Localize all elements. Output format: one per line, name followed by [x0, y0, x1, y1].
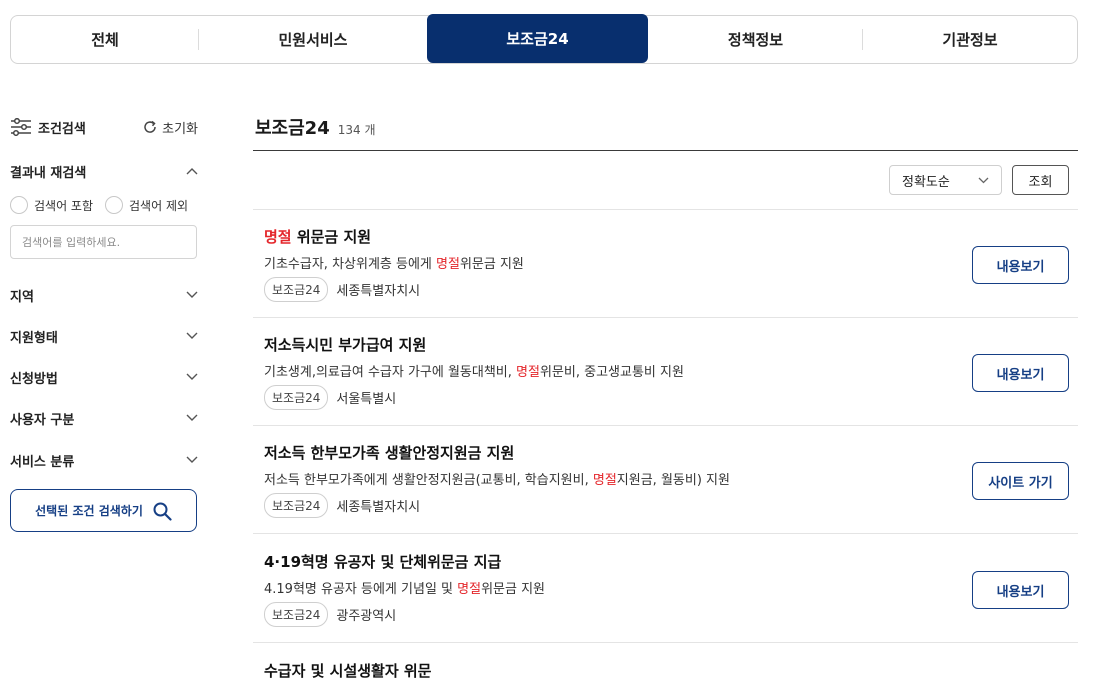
view-details-button[interactable]: 내용보기 — [972, 571, 1069, 609]
filter-apply-method[interactable]: 신청방법 — [10, 367, 198, 387]
item-description: 기초수급자, 차상위계층 등에게 명절위문금 지원 — [264, 253, 524, 272]
filter-service-category-label: 서비스 분류 — [10, 454, 75, 470]
agency-name: 세종특별자치시 — [336, 500, 421, 515]
chevron-down-icon — [186, 373, 198, 380]
query-button[interactable]: 조회 — [1012, 165, 1069, 195]
list-item: 수급자 및 시설생활자 위문 — [253, 644, 1078, 678]
item-title[interactable]: 저소득 한부모가족 생활안정지원금 지원 — [264, 442, 514, 463]
title-text: 저소득 한부모가족 생활안정지원금 지원 — [264, 444, 515, 462]
title-highlight: 명절 — [264, 228, 292, 246]
chevron-down-icon — [978, 177, 989, 183]
search-option-radios: 검색어 포함 검색어 제외 — [10, 196, 200, 214]
desc-text: 저소득 한부모가족에게 생활안정지원금(교통비, 학습지원비, — [264, 473, 593, 488]
reset-button[interactable]: 초기화 — [142, 118, 198, 137]
sidebar-header: 조건검색 초기화 — [10, 116, 198, 138]
include-keyword-radio[interactable]: 검색어 포함 — [10, 196, 93, 214]
go-to-site-button[interactable]: 사이트 가기 — [972, 462, 1069, 500]
desc-highlight: 명절 — [592, 473, 617, 488]
exclude-keyword-label: 검색어 제외 — [129, 198, 189, 213]
results-header: 보조금24 134 개 — [255, 114, 376, 140]
research-section-toggle[interactable]: 결과내 재검색 — [10, 161, 198, 181]
view-details-button[interactable]: 내용보기 — [972, 246, 1069, 284]
desc-text: 지원금, 월동비) 지원 — [616, 473, 730, 488]
title-text: 저소득시민 부가급여 지원 — [264, 336, 427, 354]
research-label: 결과내 재검색 — [10, 165, 87, 181]
list-item: 저소득 한부모가족 생활안정지원금 지원 저소득 한부모가족에게 생활안정지원금… — [253, 426, 1078, 534]
item-title[interactable]: 4·19혁명 유공자 및 단체위문금 지급 — [264, 551, 501, 572]
desc-text: 위문금 지원 — [481, 582, 545, 597]
research-search-input[interactable] — [10, 225, 197, 259]
desc-highlight: 명절 — [457, 582, 482, 597]
desc-text: 기초생계,의료급여 수급자 가구에 월동대책비, — [264, 365, 517, 380]
radio-circle — [105, 196, 124, 214]
title-text: 4·19혁명 유공자 및 단체위문금 지급 — [264, 553, 502, 571]
title-divider — [253, 150, 1078, 151]
condition-search-title: 조건검색 — [10, 118, 86, 137]
sort-select[interactable]: 정확도순 — [889, 165, 1002, 195]
tab-subsidy24[interactable]: 보조금24 — [427, 14, 648, 63]
exclude-keyword-radio[interactable]: 검색어 제외 — [105, 196, 188, 214]
tab-all[interactable]: 전체 — [11, 15, 199, 64]
filter-region-label: 지역 — [10, 289, 34, 305]
desc-highlight: 명절 — [516, 365, 540, 380]
reset-label: 초기화 — [162, 121, 198, 137]
title-text: 위문금 지원 — [291, 228, 372, 246]
chevron-down-icon — [186, 456, 198, 463]
list-item: 4·19혁명 유공자 및 단체위문금 지급 4.19혁명 유공자 등에게 기념일… — [253, 535, 1078, 643]
radio-circle — [10, 196, 28, 214]
category-badge: 보조금24 — [264, 602, 329, 627]
sort-value: 정확도순 — [902, 174, 950, 190]
chevron-down-icon — [186, 414, 198, 421]
chevron-up-icon — [186, 168, 198, 175]
desc-text: 기초수급자, 차상위계층 등에게 — [264, 257, 437, 272]
chevron-down-icon — [186, 332, 198, 339]
filter-user-type-label: 사용자 구분 — [10, 412, 75, 428]
item-meta: 보조금24 서울특별시 — [264, 385, 396, 410]
tab-agency-info[interactable]: 기관정보 — [863, 15, 1077, 64]
agency-name: 서울특별시 — [336, 392, 397, 407]
item-description: 기초생계,의료급여 수급자 가구에 월동대책비, 명절위문비, 중고생교통비 지… — [264, 361, 684, 380]
include-keyword-label: 검색어 포함 — [34, 198, 94, 213]
condition-search-label: 조건검색 — [38, 121, 86, 137]
filter-apply-method-label: 신청방법 — [10, 371, 58, 387]
filter-sliders-icon — [11, 118, 31, 136]
item-meta: 보조금24 광주광역시 — [264, 602, 396, 627]
result-count: 134 개 — [337, 123, 376, 137]
desc-text: 4.19혁명 유공자 등에게 기념일 및 — [264, 582, 458, 597]
title-text: 수급자 및 시설생활자 위문 — [264, 662, 432, 678]
item-title[interactable]: 명절 위문금 지원 — [264, 226, 371, 247]
tab-policy-info[interactable]: 정책정보 — [648, 15, 863, 64]
item-description: 저소득 한부모가족에게 생활안정지원금(교통비, 학습지원비, 명절지원금, 월… — [264, 469, 730, 488]
tab-civil-service[interactable]: 민원서비스 — [199, 15, 427, 64]
category-tabs: 전체 민원서비스 보조금24 정책정보 기관정보 — [10, 14, 1078, 64]
category-badge: 보조금24 — [264, 493, 329, 518]
item-meta: 보조금24 세종특별자치시 — [264, 277, 420, 302]
item-description: 4.19혁명 유공자 등에게 기념일 및 명절위문금 지원 — [264, 578, 545, 597]
list-item: 저소득시민 부가급여 지원 기초생계,의료급여 수급자 가구에 월동대책비, 명… — [253, 318, 1078, 426]
agency-name: 광주광역시 — [336, 609, 397, 624]
item-title[interactable]: 수급자 및 시설생활자 위문 — [264, 660, 431, 678]
item-meta: 보조금24 세종특별자치시 — [264, 493, 420, 518]
search-selected-conditions-label: 선택된 조건 검색하기 — [35, 504, 143, 518]
desc-text: 위문비, 중고생교통비 지원 — [539, 365, 684, 380]
category-badge: 보조금24 — [264, 277, 329, 302]
category-badge: 보조금24 — [264, 385, 329, 410]
search-icon — [153, 502, 172, 521]
refresh-icon — [144, 120, 156, 133]
search-selected-conditions-button[interactable]: 선택된 조건 검색하기 — [10, 489, 197, 532]
page-title: 보조금24 — [255, 118, 330, 139]
agency-name: 세종특별자치시 — [336, 284, 421, 299]
item-title[interactable]: 저소득시민 부가급여 지원 — [264, 334, 426, 355]
filter-service-category[interactable]: 서비스 분류 — [10, 450, 198, 470]
desc-text: 위문금 지원 — [459, 257, 524, 272]
filter-user-type[interactable]: 사용자 구분 — [10, 408, 198, 428]
filter-region[interactable]: 지역 — [10, 285, 198, 305]
chevron-down-icon — [186, 291, 198, 298]
list-item: 명절 위문금 지원 기초수급자, 차상위계층 등에게 명절위문금 지원 보조금2… — [253, 210, 1078, 318]
filter-support-type-label: 지원형태 — [10, 330, 58, 346]
desc-highlight: 명절 — [436, 257, 460, 272]
filter-support-type[interactable]: 지원형태 — [10, 326, 198, 346]
view-details-button[interactable]: 내용보기 — [972, 354, 1069, 392]
